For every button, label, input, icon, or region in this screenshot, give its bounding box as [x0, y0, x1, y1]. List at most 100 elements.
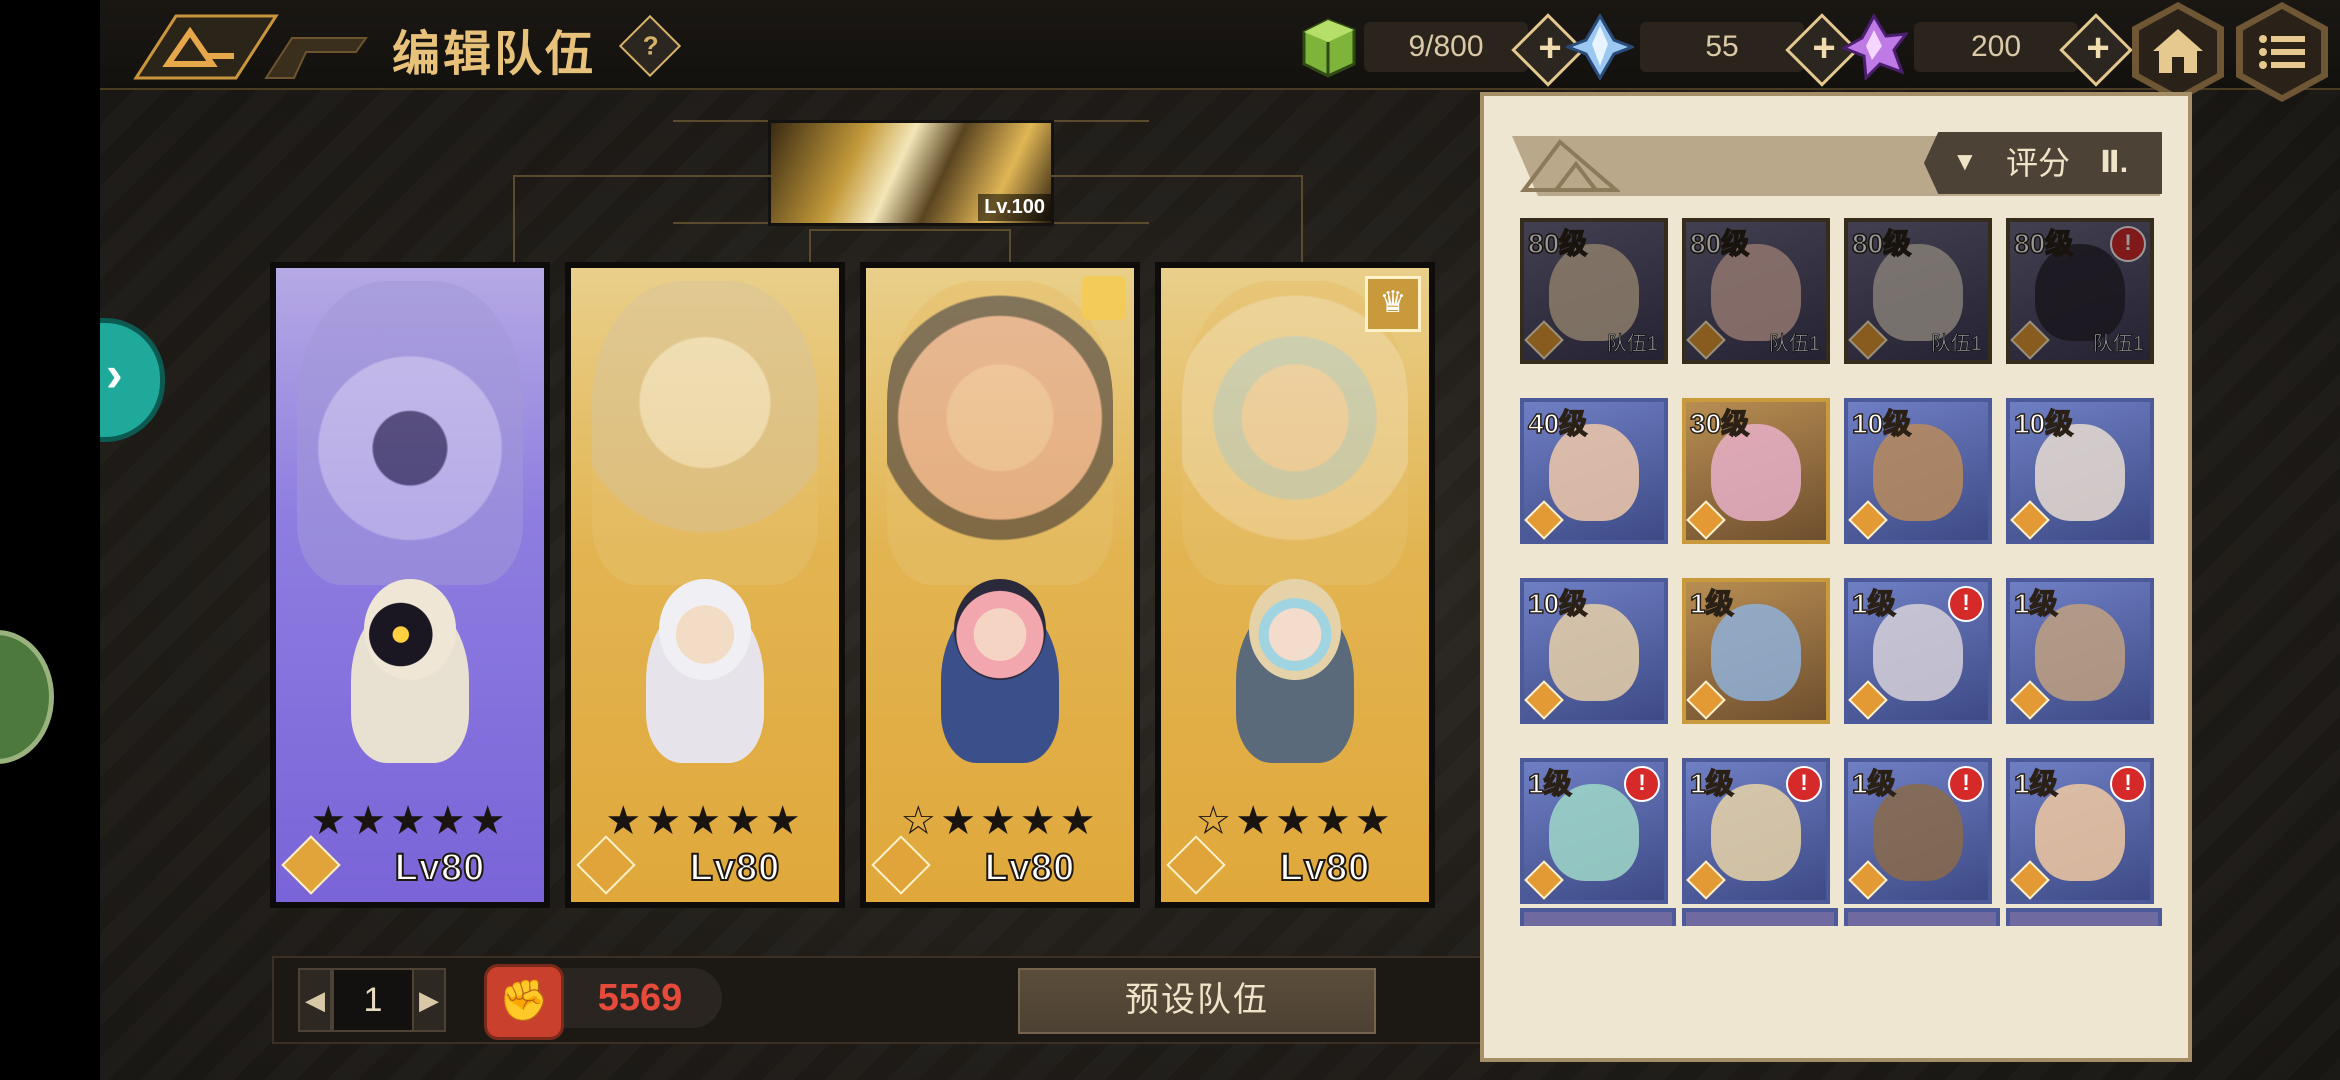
roster-hero-tile[interactable]: 80级队伍1: [1520, 218, 1668, 364]
hero-stars: ★★★★★: [605, 799, 805, 843]
alert-icon: !: [1786, 766, 1822, 802]
shield-gem-icon: [1166, 835, 1226, 895]
roster-hero-tile[interactable]: 10级: [1844, 398, 1992, 544]
sort-label: 评分: [2006, 145, 2071, 181]
purple-gem-counter: 200: [1914, 22, 2078, 72]
hero-tile-level: 1级: [1527, 767, 1572, 800]
hero-team-tag: 队伍1: [1768, 333, 1821, 356]
roster-hero-tile[interactable]: 1级!: [2006, 758, 2154, 904]
hero-team-tag: 队伍1: [2092, 333, 2145, 356]
roster-hero-tile[interactable]: 30级: [1682, 398, 1830, 544]
blue-gem-counter: 55: [1640, 22, 1804, 72]
hero-team-tag: 队伍1: [1930, 333, 1983, 356]
roster-tile-partial[interactable]: [1682, 908, 1838, 926]
help-icon: ?: [642, 30, 659, 61]
roster-hero-tile[interactable]: 1级!: [1844, 758, 1992, 904]
hero-tile-level: 1级: [1689, 767, 1734, 800]
menu-button[interactable]: [2236, 2, 2328, 102]
hero-portrait: [887, 280, 1113, 585]
team-slot-1[interactable]: ★★★★★ Lv80: [270, 262, 550, 908]
preset-team-button[interactable]: 预设队伍: [1018, 968, 1376, 1034]
next-team-button[interactable]: ▶: [412, 968, 446, 1032]
sort-order-icon: Ⅱ.: [2100, 146, 2129, 179]
hero-tile-level: 80级: [1851, 227, 1912, 260]
menu-icon: [2259, 35, 2305, 69]
stamina-counter: 9/800: [1364, 22, 1528, 72]
help-button[interactable]: ?: [618, 14, 682, 78]
shield-gem-icon: [281, 835, 341, 895]
roster-hero-tile[interactable]: 1级!: [1682, 758, 1830, 904]
hero-tile-level: 1级: [2013, 767, 2058, 800]
hero-stars: ★★★★★: [310, 799, 510, 843]
alert-icon: !: [2110, 226, 2146, 262]
team-footer: ◀ 1 ▶ 5569 ✊ 预设队伍: [272, 956, 1540, 1044]
leader-crown-icon: ♛: [1365, 276, 1421, 332]
blue-crystal-icon: [1566, 14, 1634, 80]
roster-hero-tile[interactable]: 40级: [1520, 398, 1668, 544]
team-slot-4[interactable]: ♛ ☆★★★★ Lv80: [1155, 262, 1435, 908]
hero-tile-level: 80级: [2013, 227, 2074, 260]
game-logo-icon: [133, 14, 368, 80]
hero-tile-level: 1级: [1689, 587, 1734, 620]
hero-level: Lv80: [689, 846, 781, 890]
hero-tile-level: 1级: [1851, 587, 1896, 620]
hero-tile-level: 80级: [1689, 227, 1750, 260]
roster-tile-partial[interactable]: [1520, 908, 1676, 926]
roster-hero-tile[interactable]: 1级!: [1520, 758, 1668, 904]
hero-tile-level: 1级: [1851, 767, 1896, 800]
fist-icon: ✊: [484, 964, 564, 1040]
roster-hero-tile[interactable]: 1级: [1682, 578, 1830, 724]
alert-icon: !: [2110, 766, 2146, 802]
home-icon: [2153, 29, 2203, 73]
roster-hero-tile[interactable]: 80级队伍1: [1682, 218, 1830, 364]
left-float-button[interactable]: [0, 630, 54, 764]
plus-icon: +: [2086, 25, 2110, 70]
team-pager: ◀ 1 ▶: [298, 968, 446, 1032]
power-display: 5569: [558, 968, 722, 1028]
filter-icon: ▼: [1952, 146, 1978, 176]
purple-gem-value: 200: [1970, 30, 2022, 63]
roster-hero-tile[interactable]: 10级: [1520, 578, 1668, 724]
roster-hero-tile[interactable]: 1级!: [1844, 578, 1992, 724]
roster-tile-partial[interactable]: [1844, 908, 2000, 926]
arrow-up-gem-icon: [576, 835, 636, 895]
hero-tile-level: 1级: [2013, 587, 2058, 620]
hero-portrait: [592, 280, 818, 585]
alert-icon: !: [1624, 766, 1660, 802]
sort-filter-button[interactable]: ▼ 评分 Ⅱ.: [1924, 132, 2162, 194]
hero-tile-level: 10级: [2013, 407, 2074, 440]
hero-stars: ☆★★★★: [900, 799, 1100, 843]
team-slot-3[interactable]: ☆★★★★ Lv80: [860, 262, 1140, 908]
hero-team-tag: 队伍1: [1606, 333, 1659, 356]
roster-tile-partial[interactable]: [2006, 908, 2162, 926]
alert-icon: !: [1948, 586, 1984, 622]
purple-crystal-icon: [1840, 14, 1908, 80]
hero-tile-level: 10级: [1851, 407, 1912, 440]
hero-level: Lv80: [1279, 846, 1371, 890]
blue-gem-value: 55: [1705, 30, 1739, 63]
hero-tile-level: 40级: [1527, 407, 1588, 440]
roster-hero-tile[interactable]: 1级: [2006, 578, 2154, 724]
hero-tile-level: 80级: [1527, 227, 1588, 260]
prev-team-button[interactable]: ◀: [298, 968, 332, 1032]
roster-hero-tile[interactable]: 80级队伍1: [1844, 218, 1992, 364]
power-value: 5569: [597, 977, 683, 1019]
hero-stars: ☆★★★★: [1195, 799, 1395, 843]
alert-icon: !: [1948, 766, 1984, 802]
page-title: 编辑队伍: [392, 28, 597, 81]
corner-badge-icon: [1082, 276, 1126, 320]
hero-portrait: [297, 280, 523, 585]
hero-tile-level: 30级: [1689, 407, 1750, 440]
game-stage: 编辑队伍 ? 9/800 + 55 + 200 + › Lv.100 ★★★★★…: [100, 0, 2340, 1080]
cross-gem-icon: [871, 835, 931, 895]
chevron-right-icon: ›: [106, 346, 123, 402]
home-button[interactable]: [2132, 2, 2224, 102]
roster-hero-tile[interactable]: 80级队伍1!: [2006, 218, 2154, 364]
roster-hero-tile[interactable]: 10级: [2006, 398, 2154, 544]
stamina-value: 9/800: [1408, 30, 1484, 63]
roster-emblem-icon: [1520, 139, 1620, 192]
top-bar: 编辑队伍 ? 9/800 + 55 + 200 +: [100, 0, 2340, 102]
team-page-number: 1: [332, 968, 414, 1032]
team-slot-2[interactable]: ★★★★★ Lv80: [565, 262, 845, 908]
hero-tile-level: 10级: [1527, 587, 1588, 620]
